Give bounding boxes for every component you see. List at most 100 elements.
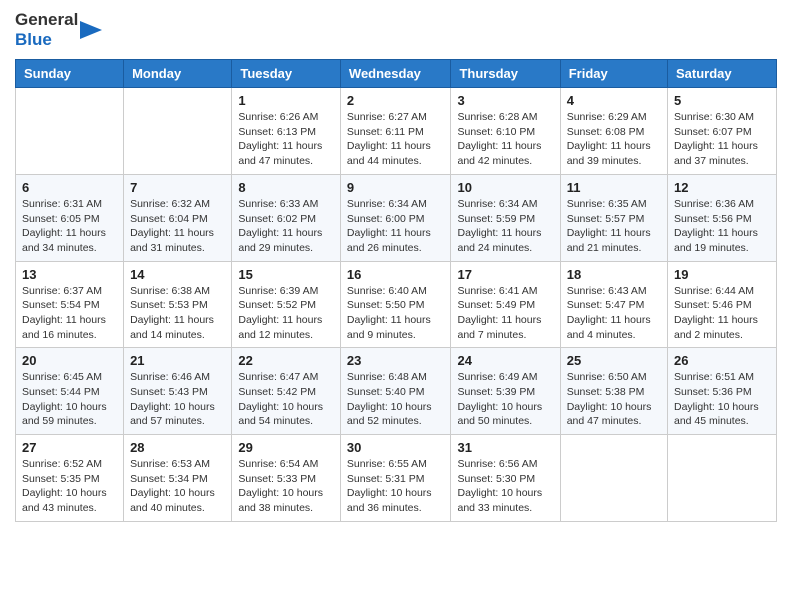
day-number: 7 (130, 180, 225, 195)
calendar-table: SundayMondayTuesdayWednesdayThursdayFrid… (15, 59, 777, 522)
calendar-cell: 27 Sunrise: 6:52 AMSunset: 5:35 PMDayligh… (16, 435, 124, 522)
day-number: 24 (457, 353, 553, 368)
day-number: 14 (130, 267, 225, 282)
calendar-cell (668, 435, 777, 522)
calendar-cell: 16Sunrise: 6:40 AMSunset: 5:50 PMDayligh… (340, 261, 451, 348)
calendar-cell: 23 Sunrise: 6:48 AMSunset: 5:40 PMDayligh… (340, 348, 451, 435)
day-number: 31 (457, 440, 553, 455)
calendar-cell: 3 Sunrise: 6:28 AMSunset: 6:10 PMDaylight… (451, 88, 560, 175)
day-info: Sunrise: 6:30 AMSunset: 6:07 PMDaylight:… (674, 110, 770, 169)
day-info: Sunrise: 6:41 AMSunset: 5:49 PMDaylight:… (457, 284, 553, 343)
calendar-cell: 1 Sunrise: 6:26 AMSunset: 6:13 PMDaylight… (232, 88, 341, 175)
calendar-cell: 10 Sunrise: 6:34 AMSunset: 5:59 PMDayligh… (451, 174, 560, 261)
day-info: Sunrise: 6:36 AMSunset: 5:56 PMDaylight:… (674, 197, 770, 256)
day-info: Sunrise: 6:47 AMSunset: 5:42 PMDaylight:… (238, 370, 334, 429)
day-number: 10 (457, 180, 553, 195)
day-number: 4 (567, 93, 661, 108)
day-info: Sunrise: 6:54 AMSunset: 5:33 PMDaylight:… (238, 457, 334, 516)
day-number: 11 (567, 180, 661, 195)
day-info: Sunrise: 6:37 AMSunset: 5:54 PMDaylight:… (22, 284, 117, 343)
page: General Blue SundayMondayTuesdayWednesda… (0, 0, 792, 612)
day-info: Sunrise: 6:26 AMSunset: 6:13 PMDaylight:… (238, 110, 334, 169)
calendar-week-row: 6 Sunrise: 6:31 AMSunset: 6:05 PMDaylight… (16, 174, 777, 261)
day-number: 9 (347, 180, 445, 195)
calendar-cell: 20 Sunrise: 6:45 AMSunset: 5:44 PMDayligh… (16, 348, 124, 435)
calendar-cell: 5 Sunrise: 6:30 AMSunset: 6:07 PMDaylight… (668, 88, 777, 175)
calendar-cell: 11 Sunrise: 6:35 AMSunset: 5:57 PMDayligh… (560, 174, 667, 261)
calendar-cell: 21Sunrise: 6:46 AMSunset: 5:43 PMDayligh… (124, 348, 232, 435)
day-info: Sunrise: 6:31 AMSunset: 6:05 PMDaylight:… (22, 197, 117, 256)
day-number: 5 (674, 93, 770, 108)
calendar-week-row: 20 Sunrise: 6:45 AMSunset: 5:44 PMDayligh… (16, 348, 777, 435)
day-number: 27 (22, 440, 117, 455)
day-number: 2 (347, 93, 445, 108)
day-info: Sunrise: 6:55 AMSunset: 5:31 PMDaylight:… (347, 457, 445, 516)
calendar-header-friday: Friday (560, 60, 667, 88)
calendar-header-row: SundayMondayTuesdayWednesdayThursdayFrid… (16, 60, 777, 88)
day-info: Sunrise: 6:53 AMSunset: 5:34 PMDaylight:… (130, 457, 225, 516)
calendar-cell: 25Sunrise: 6:50 AMSunset: 5:38 PMDayligh… (560, 348, 667, 435)
calendar-cell (124, 88, 232, 175)
day-number: 15 (238, 267, 334, 282)
day-number: 6 (22, 180, 117, 195)
day-info: Sunrise: 6:34 AMSunset: 5:59 PMDaylight:… (457, 197, 553, 256)
day-info: Sunrise: 6:28 AMSunset: 6:10 PMDaylight:… (457, 110, 553, 169)
day-info: Sunrise: 6:33 AMSunset: 6:02 PMDaylight:… (238, 197, 334, 256)
calendar-header-thursday: Thursday (451, 60, 560, 88)
day-number: 26 (674, 353, 770, 368)
calendar-header-sunday: Sunday (16, 60, 124, 88)
calendar-header-tuesday: Tuesday (232, 60, 341, 88)
day-info: Sunrise: 6:34 AMSunset: 6:00 PMDaylight:… (347, 197, 445, 256)
calendar-cell: 7Sunrise: 6:32 AMSunset: 6:04 PMDaylight… (124, 174, 232, 261)
day-info: Sunrise: 6:49 AMSunset: 5:39 PMDaylight:… (457, 370, 553, 429)
day-info: Sunrise: 6:29 AMSunset: 6:08 PMDaylight:… (567, 110, 661, 169)
day-number: 22 (238, 353, 334, 368)
calendar-cell: 17Sunrise: 6:41 AMSunset: 5:49 PMDayligh… (451, 261, 560, 348)
calendar-cell: 30Sunrise: 6:55 AMSunset: 5:31 PMDayligh… (340, 435, 451, 522)
calendar-cell (560, 435, 667, 522)
calendar-header-wednesday: Wednesday (340, 60, 451, 88)
calendar-header-monday: Monday (124, 60, 232, 88)
calendar-cell: 26 Sunrise: 6:51 AMSunset: 5:36 PMDayligh… (668, 348, 777, 435)
day-info: Sunrise: 6:48 AMSunset: 5:40 PMDaylight:… (347, 370, 445, 429)
calendar-cell: 8 Sunrise: 6:33 AMSunset: 6:02 PMDaylight… (232, 174, 341, 261)
day-number: 1 (238, 93, 334, 108)
day-info: Sunrise: 6:38 AMSunset: 5:53 PMDaylight:… (130, 284, 225, 343)
header: General Blue (15, 10, 777, 49)
day-info: Sunrise: 6:46 AMSunset: 5:43 PMDaylight:… (130, 370, 225, 429)
calendar-header-saturday: Saturday (668, 60, 777, 88)
calendar-cell: 31 Sunrise: 6:56 AMSunset: 5:30 PMDayligh… (451, 435, 560, 522)
day-info: Sunrise: 6:43 AMSunset: 5:47 PMDaylight:… (567, 284, 661, 343)
day-info: Sunrise: 6:44 AMSunset: 5:46 PMDaylight:… (674, 284, 770, 343)
day-number: 19 (674, 267, 770, 282)
day-info: Sunrise: 6:39 AMSunset: 5:52 PMDaylight:… (238, 284, 334, 343)
day-number: 13 (22, 267, 117, 282)
day-info: Sunrise: 6:45 AMSunset: 5:44 PMDaylight:… (22, 370, 117, 429)
calendar-cell: 18 Sunrise: 6:43 AMSunset: 5:47 PMDayligh… (560, 261, 667, 348)
day-info: Sunrise: 6:35 AMSunset: 5:57 PMDaylight:… (567, 197, 661, 256)
calendar-cell: 4 Sunrise: 6:29 AMSunset: 6:08 PMDaylight… (560, 88, 667, 175)
day-number: 20 (22, 353, 117, 368)
calendar-cell: 9 Sunrise: 6:34 AMSunset: 6:00 PMDaylight… (340, 174, 451, 261)
calendar-cell: 22 Sunrise: 6:47 AMSunset: 5:42 PMDayligh… (232, 348, 341, 435)
logo: General Blue (15, 10, 102, 49)
calendar-cell: 12 Sunrise: 6:36 AMSunset: 5:56 PMDayligh… (668, 174, 777, 261)
calendar-cell: 28 Sunrise: 6:53 AMSunset: 5:34 PMDayligh… (124, 435, 232, 522)
day-number: 28 (130, 440, 225, 455)
day-info: Sunrise: 6:52 AMSunset: 5:35 PMDaylight:… (22, 457, 117, 516)
calendar-cell: 29 Sunrise: 6:54 AMSunset: 5:33 PMDayligh… (232, 435, 341, 522)
day-info: Sunrise: 6:51 AMSunset: 5:36 PMDaylight:… (674, 370, 770, 429)
day-info: Sunrise: 6:56 AMSunset: 5:30 PMDaylight:… (457, 457, 553, 516)
logo-blue: Blue (15, 30, 78, 50)
day-number: 18 (567, 267, 661, 282)
day-number: 8 (238, 180, 334, 195)
calendar-week-row: 27 Sunrise: 6:52 AMSunset: 5:35 PMDayligh… (16, 435, 777, 522)
calendar-cell: 14 Sunrise: 6:38 AMSunset: 5:53 PMDayligh… (124, 261, 232, 348)
day-number: 29 (238, 440, 334, 455)
calendar-cell: 2 Sunrise: 6:27 AMSunset: 6:11 PMDaylight… (340, 88, 451, 175)
day-info: Sunrise: 6:27 AMSunset: 6:11 PMDaylight:… (347, 110, 445, 169)
day-number: 3 (457, 93, 553, 108)
calendar-cell: 19 Sunrise: 6:44 AMSunset: 5:46 PMDayligh… (668, 261, 777, 348)
day-number: 23 (347, 353, 445, 368)
day-number: 12 (674, 180, 770, 195)
